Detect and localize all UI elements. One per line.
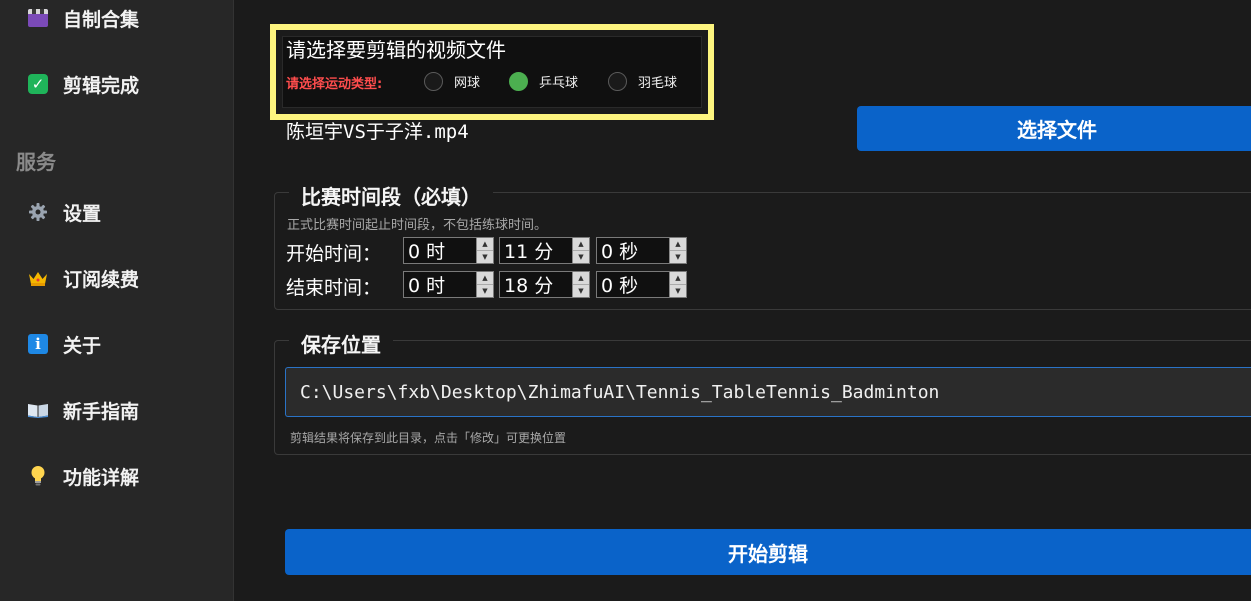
crown-icon — [27, 267, 49, 289]
radio-label: 乒乓球 — [539, 76, 579, 91]
check-box-icon: ✓ — [27, 73, 49, 95]
app-window: 自制合集 ✓ 剪辑完成 服务 设置 订阅续费 i 关于 新手指南 功能详解 请选… — [0, 0, 1251, 601]
sidebar-item-label: 剪辑完成 — [63, 74, 140, 97]
sidebar-item-label: 订阅续费 — [63, 268, 140, 291]
sidebar-section-title: 服务 — [16, 150, 56, 174]
radio-indicator-selected — [509, 72, 528, 91]
start-hour-spinbox[interactable]: 0 时 ▲ ▼ — [403, 237, 494, 264]
radio-label: 羽毛球 — [638, 76, 678, 91]
save-location-hint: 剪辑结果将保存到此目录，点击「修改」可更换位置 — [290, 431, 567, 445]
sidebar-item-label: 关于 — [63, 334, 102, 357]
start-time-label: 开始时间： — [286, 243, 382, 265]
lightbulb-icon — [27, 465, 49, 487]
sidebar-item-custom-collection[interactable]: 自制合集 — [0, 0, 233, 40]
save-path-input[interactable]: C:\Users\fxb\Desktop\ZhimafuAI\Tennis_Ta… — [285, 367, 1251, 417]
end-minute-spinbox[interactable]: 18 分 ▲ ▼ — [499, 271, 590, 298]
sidebar-item-label: 设置 — [63, 202, 102, 225]
start-minute-spinbox[interactable]: 11 分 ▲ ▼ — [499, 237, 590, 264]
radio-badminton[interactable]: 羽毛球 — [608, 72, 677, 91]
sport-type-label: 请选择运动类型: — [286, 77, 383, 92]
sidebar-item-subscription[interactable]: 订阅续费 — [0, 256, 233, 300]
spin-down-icon[interactable]: ▼ — [477, 251, 493, 263]
sidebar-item-edit-done[interactable]: ✓ 剪辑完成 — [0, 62, 233, 106]
end-time-label: 结束时间： — [286, 277, 382, 299]
sidebar-item-settings[interactable]: 设置 — [0, 190, 233, 234]
radio-indicator — [424, 72, 443, 91]
start-second-spinbox[interactable]: 0 秒 ▲ ▼ — [596, 237, 687, 264]
spin-down-icon[interactable]: ▼ — [573, 251, 589, 263]
sidebar-item-guide[interactable]: 新手指南 — [0, 388, 233, 432]
clapperboard-icon — [27, 7, 49, 29]
sidebar-item-about[interactable]: i 关于 — [0, 322, 233, 366]
start-edit-button[interactable]: 开始剪辑 — [285, 529, 1251, 575]
spin-down-icon[interactable]: ▼ — [477, 285, 493, 297]
end-hour-spinbox[interactable]: 0 时 ▲ ▼ — [403, 271, 494, 298]
file-select-title: 请选择要剪辑的视频文件 — [286, 38, 506, 62]
sidebar: 自制合集 ✓ 剪辑完成 服务 设置 订阅续费 i 关于 新手指南 功能详解 — [0, 0, 234, 601]
radio-tennis[interactable]: 网球 — [424, 72, 480, 91]
spin-up-icon[interactable]: ▲ — [670, 238, 686, 251]
sidebar-item-label: 新手指南 — [63, 400, 140, 423]
spin-down-icon[interactable]: ▼ — [670, 285, 686, 297]
spin-up-icon[interactable]: ▲ — [573, 272, 589, 285]
gear-icon — [27, 201, 49, 223]
spin-down-icon[interactable]: ▼ — [573, 285, 589, 297]
spin-up-icon[interactable]: ▲ — [573, 238, 589, 251]
spin-up-icon[interactable]: ▲ — [477, 272, 493, 285]
radio-table-tennis[interactable]: 乒乓球 — [509, 72, 578, 91]
book-icon — [27, 399, 49, 421]
sidebar-item-features[interactable]: 功能详解 — [0, 454, 233, 498]
selected-filename: 陈垣宇VS于子洋.mp4 — [286, 121, 469, 143]
save-location-title: 保存位置 — [289, 329, 393, 358]
radio-label: 网球 — [454, 76, 481, 91]
spin-up-icon[interactable]: ▲ — [670, 272, 686, 285]
info-icon: i — [27, 333, 49, 355]
radio-indicator — [608, 72, 627, 91]
end-second-spinbox[interactable]: 0 秒 ▲ ▼ — [596, 271, 687, 298]
spin-up-icon[interactable]: ▲ — [477, 238, 493, 251]
match-time-hint: 正式比赛时间起止时间段，不包括练球时间。 — [287, 218, 548, 233]
sidebar-item-label: 功能详解 — [63, 466, 140, 489]
select-file-button[interactable]: 选择文件 — [857, 106, 1251, 151]
sidebar-item-label: 自制合集 — [63, 8, 140, 31]
match-time-title: 比赛时间段（必填） — [289, 181, 493, 210]
spin-down-icon[interactable]: ▼ — [670, 251, 686, 263]
